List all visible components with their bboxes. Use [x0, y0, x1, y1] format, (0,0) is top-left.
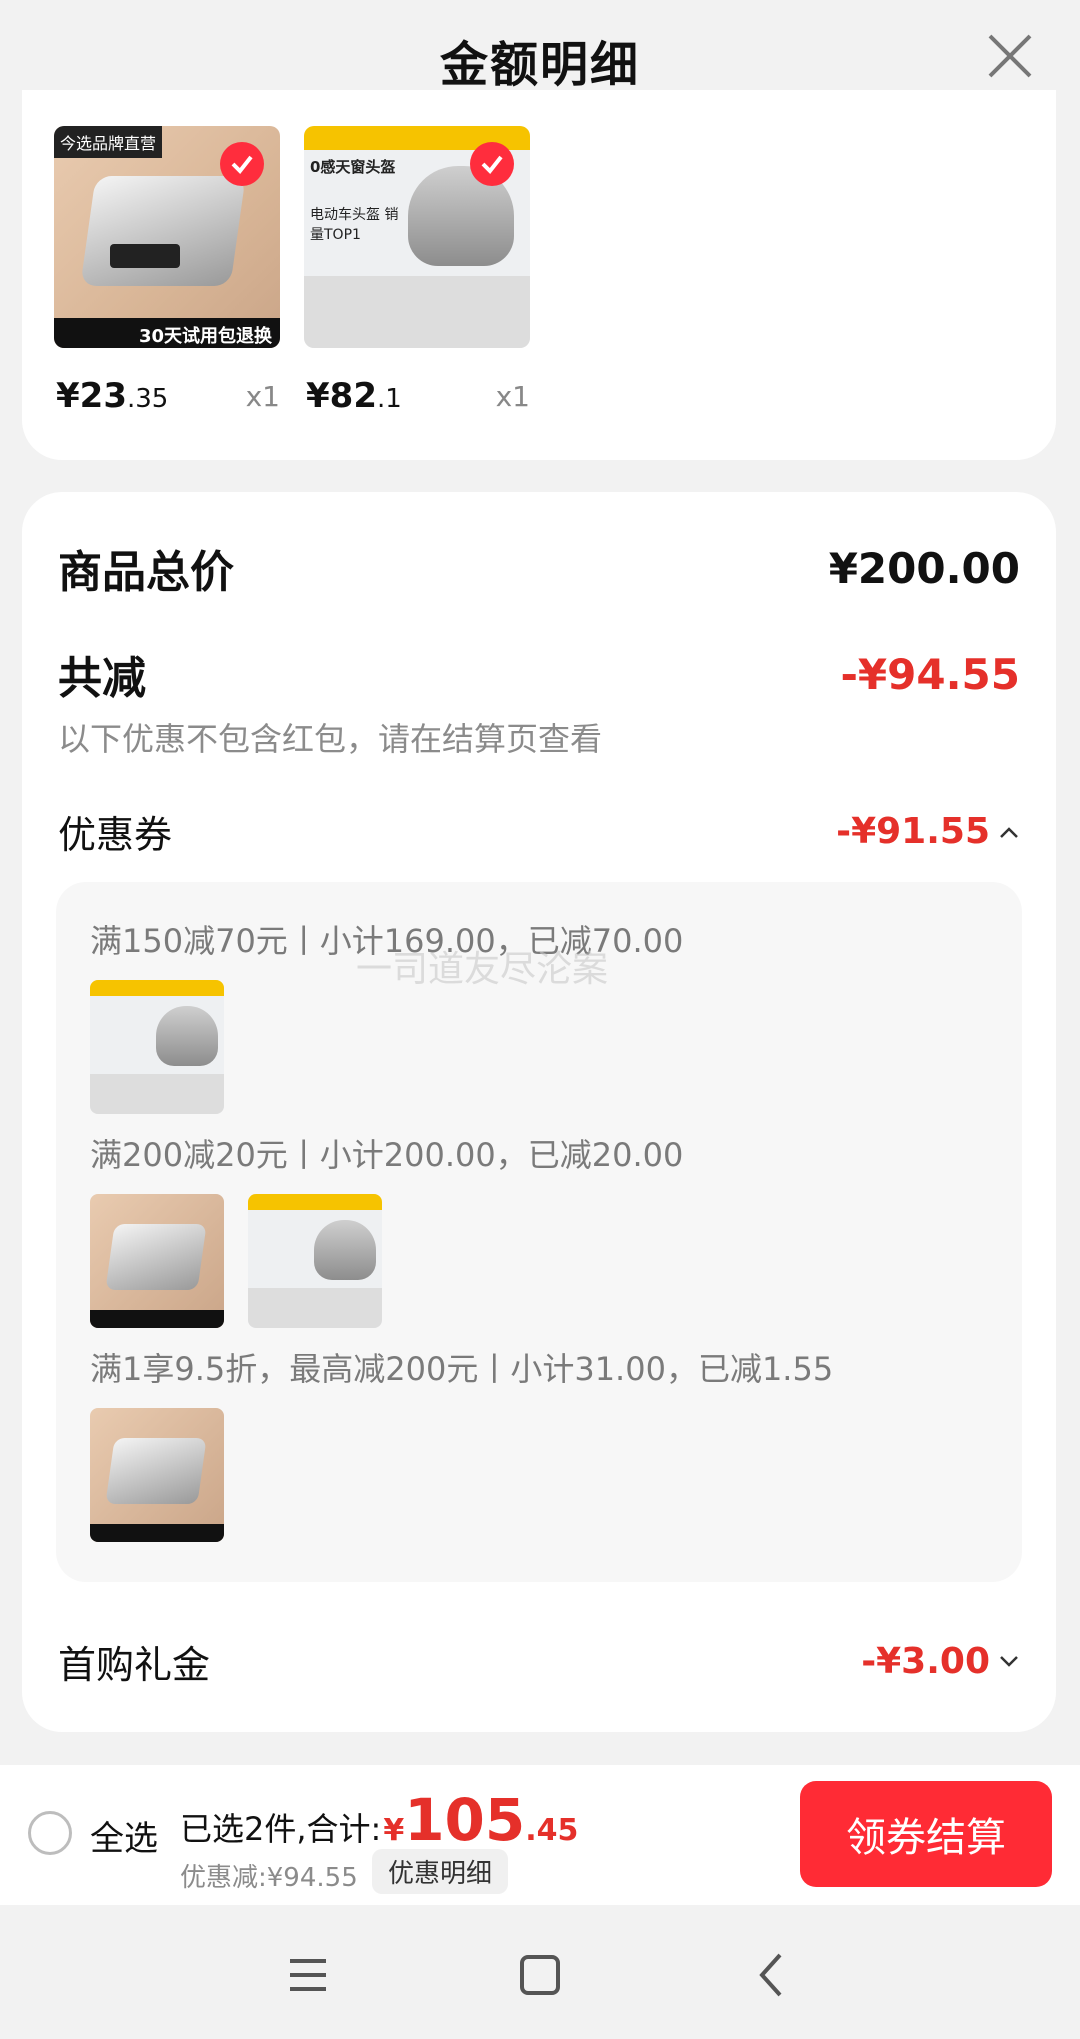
coupon-thumb-scale	[90, 1194, 224, 1328]
discount-note: 以下优惠不包含红包，请在结算页查看	[58, 720, 603, 758]
product-qty: x1	[245, 380, 280, 413]
menu-icon[interactable]	[278, 1945, 338, 2005]
coupon-thumb-scale	[90, 1408, 224, 1542]
first-gift-value-wrap: -¥3.00	[861, 1641, 1020, 1682]
first-gift-row[interactable]: 首购礼金 -¥3.00	[58, 1634, 1020, 1689]
coupon-thumb-helmet	[248, 1194, 382, 1328]
first-gift-label: 首购礼金	[58, 1643, 211, 1687]
product-item-scale[interactable]: 今选品牌直营 30天试用包退换 ¥23.35 x1	[54, 126, 280, 416]
coupon-detail-box: 满150减70元丨小计169.00，已减70.00 一司道友尽沦案 满200减2…	[56, 882, 1022, 1582]
thumb-footer	[304, 276, 530, 348]
total-currency: ¥	[383, 1813, 405, 1848]
coupon-line: 满1享9.5折，最高减200元丨小计31.00，已减1.55	[90, 1350, 834, 1388]
product-qty: x1	[495, 380, 530, 413]
checkout-button[interactable]: 领券结算	[800, 1781, 1052, 1887]
product-price: ¥82.1	[306, 376, 402, 416]
first-gift-value: -¥3.00	[861, 1641, 990, 1682]
chevron-down-icon[interactable]	[998, 1654, 1020, 1670]
back-icon[interactable]	[742, 1945, 802, 2005]
total-decimal: .45	[525, 1813, 579, 1848]
discount-detail-button[interactable]: 优惠明细	[372, 1849, 509, 1894]
brand-badge: 今选品牌直营	[54, 126, 163, 158]
reduce-value: -¥94.55	[840, 649, 1020, 699]
coupon-value: -¥91.55	[836, 811, 990, 852]
check-icon[interactable]	[220, 142, 264, 186]
total-integer: 105	[404, 1786, 526, 1854]
amount-detail-card: 商品总价 ¥200.00 共减 -¥94.55 以下优惠不包含红包，请在结算页查…	[22, 492, 1056, 1732]
products-card: 今选品牌直营 30天试用包退换 ¥23.35 x1 0感天窗头盔 电动车头盔 销…	[22, 90, 1056, 460]
scale-shape	[80, 176, 246, 286]
product-item-helmet[interactable]: 0感天窗头盔 电动车头盔 销量TOP1 ¥82.1 x1	[304, 126, 530, 416]
check-icon[interactable]	[470, 142, 514, 186]
chevron-up-icon[interactable]	[998, 824, 1020, 840]
checkout-bar: 全选 已选2件,合计: ¥ 105 .45 优惠减:¥94.55 优惠明细 领券…	[0, 1765, 1080, 1905]
reduce-label: 共减	[58, 653, 146, 704]
thumb-caption: 30天试用包退换	[54, 318, 280, 348]
watermark-text: 一司道友尽沦案	[356, 949, 609, 990]
reduce-row: 共减 -¥94.55	[58, 642, 1020, 706]
home-icon[interactable]	[510, 1945, 570, 2005]
thumb-headline: 0感天窗头盔	[310, 158, 396, 176]
scale-display	[110, 244, 180, 268]
selected-count-text: 已选2件,合计:	[180, 1810, 382, 1848]
select-all-radio[interactable]	[28, 1811, 72, 1855]
discount-summary: 优惠减:¥94.55	[180, 1863, 358, 1893]
page-title: 金额明细	[439, 37, 640, 93]
close-icon[interactable]	[984, 30, 1036, 82]
coupon-label: 优惠券	[58, 813, 173, 857]
coupon-thumb-helmet	[90, 980, 224, 1114]
coupon-line: 满200减20元丨小计200.00，已减20.00	[90, 1136, 684, 1174]
coupon-value-wrap: -¥91.55	[836, 811, 1020, 852]
product-price: ¥23.35	[56, 376, 169, 416]
thumb-caption: 电动车头盔 销量TOP1	[310, 207, 399, 243]
system-nav-bar	[0, 1905, 1080, 2039]
select-all-label[interactable]: 全选	[90, 1811, 158, 1860]
total-row: 商品总价 ¥200.00	[58, 536, 1020, 600]
coupon-row[interactable]: 优惠券 -¥91.55	[58, 804, 1020, 859]
total-summary: 已选2件,合计: ¥ 105 .45	[180, 1786, 579, 1854]
total-value: ¥200.00	[828, 543, 1020, 593]
total-label: 商品总价	[58, 547, 234, 598]
